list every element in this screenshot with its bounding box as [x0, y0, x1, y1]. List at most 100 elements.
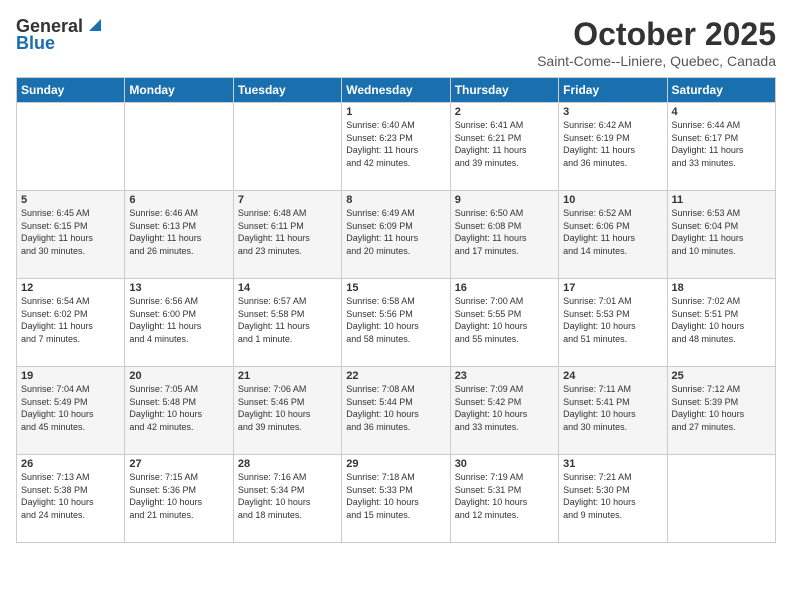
day-number: 25: [672, 370, 771, 382]
day-info: Sunrise: 7:16 AM Sunset: 5:34 PM Dayligh…: [238, 471, 337, 521]
day-number: 15: [346, 282, 445, 294]
day-number: 30: [455, 458, 554, 470]
calendar-cell: 31Sunrise: 7:21 AM Sunset: 5:30 PM Dayli…: [559, 455, 667, 543]
day-number: 14: [238, 282, 337, 294]
calendar-cell: 13Sunrise: 6:56 AM Sunset: 6:00 PM Dayli…: [125, 279, 233, 367]
day-number: 20: [129, 370, 228, 382]
day-info: Sunrise: 7:15 AM Sunset: 5:36 PM Dayligh…: [129, 471, 228, 521]
calendar-cell: 8Sunrise: 6:49 AM Sunset: 6:09 PM Daylig…: [342, 191, 450, 279]
weekday-header-saturday: Saturday: [667, 78, 775, 103]
day-info: Sunrise: 7:00 AM Sunset: 5:55 PM Dayligh…: [455, 295, 554, 345]
calendar-week-row: 12Sunrise: 6:54 AM Sunset: 6:02 PM Dayli…: [17, 279, 776, 367]
day-number: 21: [238, 370, 337, 382]
day-number: 4: [672, 106, 771, 118]
calendar-cell: 30Sunrise: 7:19 AM Sunset: 5:31 PM Dayli…: [450, 455, 558, 543]
day-info: Sunrise: 7:19 AM Sunset: 5:31 PM Dayligh…: [455, 471, 554, 521]
logo-triangle-icon: [85, 17, 105, 35]
calendar-cell: 23Sunrise: 7:09 AM Sunset: 5:42 PM Dayli…: [450, 367, 558, 455]
calendar-table: SundayMondayTuesdayWednesdayThursdayFrid…: [16, 77, 776, 543]
day-info: Sunrise: 7:01 AM Sunset: 5:53 PM Dayligh…: [563, 295, 662, 345]
calendar-cell: 7Sunrise: 6:48 AM Sunset: 6:11 PM Daylig…: [233, 191, 341, 279]
day-info: Sunrise: 6:58 AM Sunset: 5:56 PM Dayligh…: [346, 295, 445, 345]
calendar-cell: [125, 103, 233, 191]
day-number: 24: [563, 370, 662, 382]
day-info: Sunrise: 7:21 AM Sunset: 5:30 PM Dayligh…: [563, 471, 662, 521]
day-number: 26: [21, 458, 120, 470]
logo-blue: Blue: [16, 33, 55, 54]
calendar-cell: 15Sunrise: 6:58 AM Sunset: 5:56 PM Dayli…: [342, 279, 450, 367]
header: General Blue October 2025 Saint-Come--Li…: [16, 16, 776, 69]
day-info: Sunrise: 6:52 AM Sunset: 6:06 PM Dayligh…: [563, 207, 662, 257]
day-info: Sunrise: 7:18 AM Sunset: 5:33 PM Dayligh…: [346, 471, 445, 521]
day-number: 27: [129, 458, 228, 470]
day-info: Sunrise: 7:06 AM Sunset: 5:46 PM Dayligh…: [238, 383, 337, 433]
day-info: Sunrise: 6:50 AM Sunset: 6:08 PM Dayligh…: [455, 207, 554, 257]
day-info: Sunrise: 7:05 AM Sunset: 5:48 PM Dayligh…: [129, 383, 228, 433]
day-number: 9: [455, 194, 554, 206]
day-number: 12: [21, 282, 120, 294]
calendar-cell: 26Sunrise: 7:13 AM Sunset: 5:38 PM Dayli…: [17, 455, 125, 543]
day-info: Sunrise: 6:56 AM Sunset: 6:00 PM Dayligh…: [129, 295, 228, 345]
weekday-header-wednesday: Wednesday: [342, 78, 450, 103]
calendar-cell: 29Sunrise: 7:18 AM Sunset: 5:33 PM Dayli…: [342, 455, 450, 543]
calendar-cell: 2Sunrise: 6:41 AM Sunset: 6:21 PM Daylig…: [450, 103, 558, 191]
day-number: 19: [21, 370, 120, 382]
day-number: 10: [563, 194, 662, 206]
day-number: 1: [346, 106, 445, 118]
calendar-week-row: 5Sunrise: 6:45 AM Sunset: 6:15 PM Daylig…: [17, 191, 776, 279]
logo: General Blue: [16, 16, 105, 54]
day-info: Sunrise: 6:54 AM Sunset: 6:02 PM Dayligh…: [21, 295, 120, 345]
calendar-cell: 21Sunrise: 7:06 AM Sunset: 5:46 PM Dayli…: [233, 367, 341, 455]
calendar-cell: 25Sunrise: 7:12 AM Sunset: 5:39 PM Dayli…: [667, 367, 775, 455]
day-info: Sunrise: 6:57 AM Sunset: 5:58 PM Dayligh…: [238, 295, 337, 345]
weekday-header-thursday: Thursday: [450, 78, 558, 103]
day-number: 6: [129, 194, 228, 206]
weekday-header-monday: Monday: [125, 78, 233, 103]
weekday-header-row: SundayMondayTuesdayWednesdayThursdayFrid…: [17, 78, 776, 103]
day-info: Sunrise: 6:44 AM Sunset: 6:17 PM Dayligh…: [672, 119, 771, 169]
calendar-cell: 27Sunrise: 7:15 AM Sunset: 5:36 PM Dayli…: [125, 455, 233, 543]
calendar-cell: [667, 455, 775, 543]
weekday-header-friday: Friday: [559, 78, 667, 103]
calendar-cell: 4Sunrise: 6:44 AM Sunset: 6:17 PM Daylig…: [667, 103, 775, 191]
calendar-cell: 20Sunrise: 7:05 AM Sunset: 5:48 PM Dayli…: [125, 367, 233, 455]
day-number: 7: [238, 194, 337, 206]
day-info: Sunrise: 7:04 AM Sunset: 5:49 PM Dayligh…: [21, 383, 120, 433]
day-info: Sunrise: 7:11 AM Sunset: 5:41 PM Dayligh…: [563, 383, 662, 433]
day-number: 16: [455, 282, 554, 294]
day-info: Sunrise: 7:02 AM Sunset: 5:51 PM Dayligh…: [672, 295, 771, 345]
weekday-header-sunday: Sunday: [17, 78, 125, 103]
day-info: Sunrise: 6:42 AM Sunset: 6:19 PM Dayligh…: [563, 119, 662, 169]
day-number: 8: [346, 194, 445, 206]
calendar-week-row: 1Sunrise: 6:40 AM Sunset: 6:23 PM Daylig…: [17, 103, 776, 191]
day-number: 11: [672, 194, 771, 206]
day-number: 31: [563, 458, 662, 470]
calendar-cell: 24Sunrise: 7:11 AM Sunset: 5:41 PM Dayli…: [559, 367, 667, 455]
day-number: 17: [563, 282, 662, 294]
calendar-cell: 5Sunrise: 6:45 AM Sunset: 6:15 PM Daylig…: [17, 191, 125, 279]
day-number: 18: [672, 282, 771, 294]
day-number: 23: [455, 370, 554, 382]
day-number: 28: [238, 458, 337, 470]
day-info: Sunrise: 6:48 AM Sunset: 6:11 PM Dayligh…: [238, 207, 337, 257]
calendar-cell: 18Sunrise: 7:02 AM Sunset: 5:51 PM Dayli…: [667, 279, 775, 367]
day-number: 2: [455, 106, 554, 118]
day-info: Sunrise: 6:45 AM Sunset: 6:15 PM Dayligh…: [21, 207, 120, 257]
calendar-cell: [233, 103, 341, 191]
calendar-cell: 11Sunrise: 6:53 AM Sunset: 6:04 PM Dayli…: [667, 191, 775, 279]
day-number: 3: [563, 106, 662, 118]
calendar-cell: 9Sunrise: 6:50 AM Sunset: 6:08 PM Daylig…: [450, 191, 558, 279]
calendar-cell: 19Sunrise: 7:04 AM Sunset: 5:49 PM Dayli…: [17, 367, 125, 455]
calendar-cell: 17Sunrise: 7:01 AM Sunset: 5:53 PM Dayli…: [559, 279, 667, 367]
day-number: 13: [129, 282, 228, 294]
calendar-cell: 22Sunrise: 7:08 AM Sunset: 5:44 PM Dayli…: [342, 367, 450, 455]
day-info: Sunrise: 6:41 AM Sunset: 6:21 PM Dayligh…: [455, 119, 554, 169]
calendar-cell: 16Sunrise: 7:00 AM Sunset: 5:55 PM Dayli…: [450, 279, 558, 367]
day-info: Sunrise: 7:09 AM Sunset: 5:42 PM Dayligh…: [455, 383, 554, 433]
day-number: 22: [346, 370, 445, 382]
title-area: October 2025 Saint-Come--Liniere, Quebec…: [537, 16, 776, 69]
month-title: October 2025: [537, 16, 776, 53]
day-info: Sunrise: 7:08 AM Sunset: 5:44 PM Dayligh…: [346, 383, 445, 433]
day-info: Sunrise: 6:53 AM Sunset: 6:04 PM Dayligh…: [672, 207, 771, 257]
calendar-cell: 10Sunrise: 6:52 AM Sunset: 6:06 PM Dayli…: [559, 191, 667, 279]
